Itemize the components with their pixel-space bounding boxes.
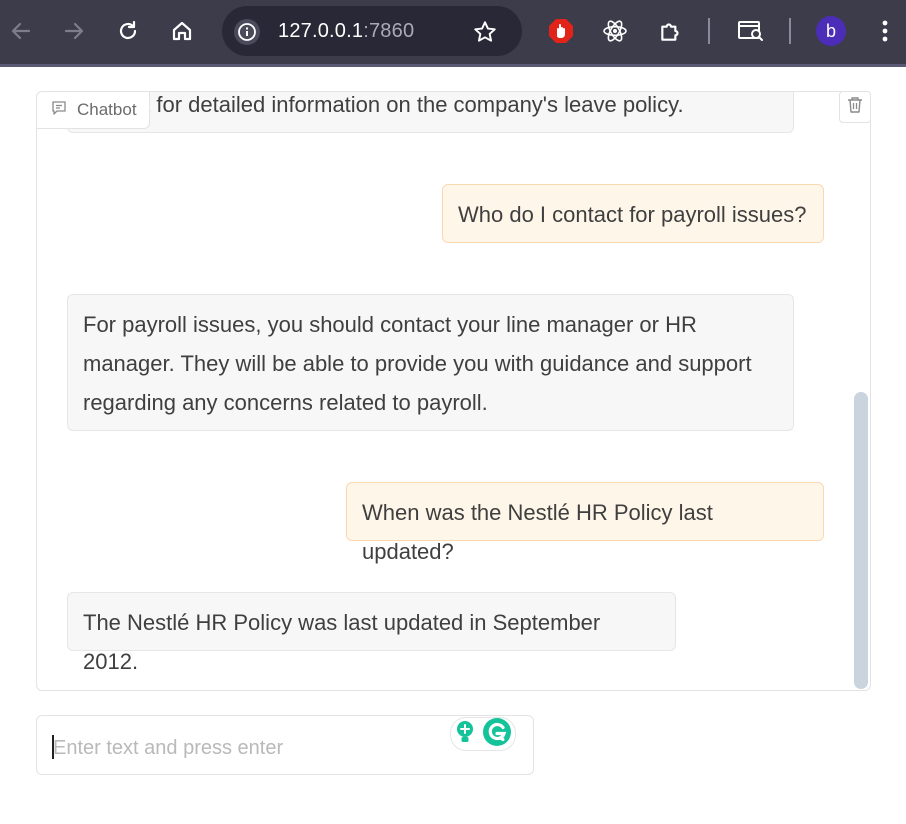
toolbar-divider [708, 18, 710, 44]
grammarly-logo-icon[interactable] [482, 717, 512, 752]
chatbot-label: Chatbot [36, 91, 150, 129]
bot-message: For payroll issues, you should contact y… [67, 294, 794, 431]
home-icon[interactable] [167, 16, 197, 46]
grammarly-widget[interactable] [450, 717, 516, 751]
reload-icon[interactable] [113, 16, 143, 46]
chatbot-label-text: Chatbot [77, 100, 137, 119]
chat-scrollbar[interactable] [854, 392, 868, 689]
message-text: The Nestlé HR Policy was last updated in… [83, 610, 601, 674]
url-host: 127.0.0.1 [278, 20, 364, 42]
bookmark-star-icon[interactable] [472, 19, 498, 50]
url-port: :7860 [363, 20, 415, 42]
clear-chat-button[interactable] [839, 91, 871, 123]
url-text: 127.0.0.1:7860 [278, 20, 414, 43]
message-input-container[interactable] [36, 715, 534, 775]
site-info-icon[interactable] [234, 19, 260, 45]
trash-icon [847, 96, 863, 119]
address-bar[interactable]: 127.0.0.1:7860 [222, 6, 522, 56]
message-text: ...ment for detailed information on the … [83, 92, 684, 117]
adblock-extension-icon[interactable] [546, 16, 576, 46]
user-message: When was the Nestlé HR Policy last updat… [346, 482, 824, 564]
chat-bubble-icon [51, 100, 67, 121]
message-text: When was the Nestlé HR Policy last updat… [362, 500, 713, 564]
menu-kebab-icon[interactable] [870, 16, 900, 46]
react-devtools-icon[interactable] [600, 16, 630, 46]
lightbulb-icon[interactable] [454, 720, 476, 749]
text-caret [52, 735, 54, 759]
profile-avatar[interactable]: b [816, 16, 846, 46]
back-arrow-icon[interactable] [6, 16, 36, 46]
forward-arrow-icon[interactable] [59, 16, 89, 46]
chatbot-panel[interactable]: ...ment for detailed information on the … [36, 91, 871, 691]
toolbar-divider [789, 18, 791, 44]
user-message: Who do I contact for payroll issues? [442, 184, 824, 243]
message-text: For payroll issues, you should contact y… [83, 312, 752, 415]
extensions-puzzle-icon[interactable] [656, 16, 686, 46]
message-text: Who do I contact for payroll issues? [458, 202, 807, 227]
bot-message: ...ment for detailed information on the … [67, 92, 794, 133]
bot-message: The Nestlé HR Policy was last updated in… [67, 592, 676, 674]
message-input[interactable] [51, 734, 435, 762]
tab-search-icon[interactable] [736, 16, 766, 46]
browser-toolbar: 127.0.0.1:7860 b [0, 0, 906, 67]
